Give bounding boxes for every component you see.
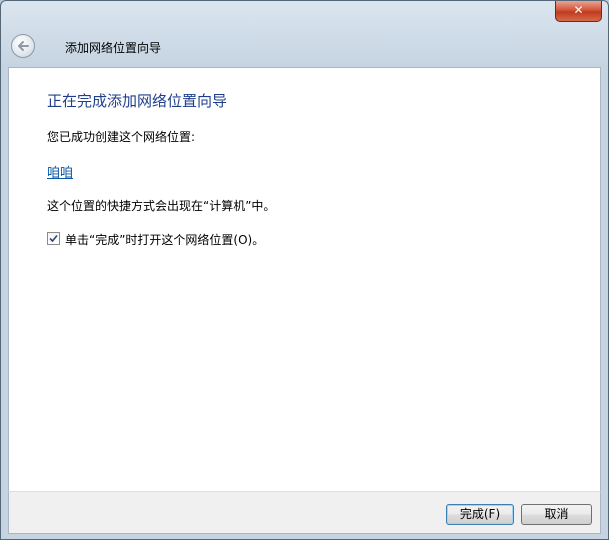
page-heading: 正在完成添加网络位置向导 <box>47 92 228 110</box>
shortcut-note: 这个位置的快捷方式会出现在“计算机”中。 <box>47 199 276 213</box>
cancel-button[interactable]: 取消 <box>521 504 592 525</box>
back-button[interactable] <box>11 34 35 58</box>
finish-button[interactable]: 完成(F) <box>446 504 514 525</box>
wizard-window: ✕ 添加网络位置向导 正在完成添加网络位置向导 您已成功创建这个网络位置: 咱咱… <box>0 0 609 540</box>
network-location-link[interactable]: 咱咱 <box>47 162 73 181</box>
wizard-title: 添加网络位置向导 <box>65 41 162 55</box>
button-bar: 完成(F) 取消 <box>8 491 601 534</box>
close-icon: ✕ <box>573 3 584 17</box>
back-arrow-icon <box>18 41 29 51</box>
checkmark-icon <box>49 234 58 243</box>
success-description: 您已成功创建这个网络位置: <box>47 130 196 144</box>
close-button[interactable]: ✕ <box>555 1 602 22</box>
open-location-checkbox[interactable] <box>47 232 60 245</box>
title-bar[interactable]: ✕ <box>1 1 608 31</box>
content-panel: 正在完成添加网络位置向导 您已成功创建这个网络位置: 咱咱 这个位置的快捷方式会… <box>8 67 601 491</box>
open-location-checkbox-label[interactable]: 单击“完成”时打开这个网络位置(O)。 <box>65 231 264 248</box>
